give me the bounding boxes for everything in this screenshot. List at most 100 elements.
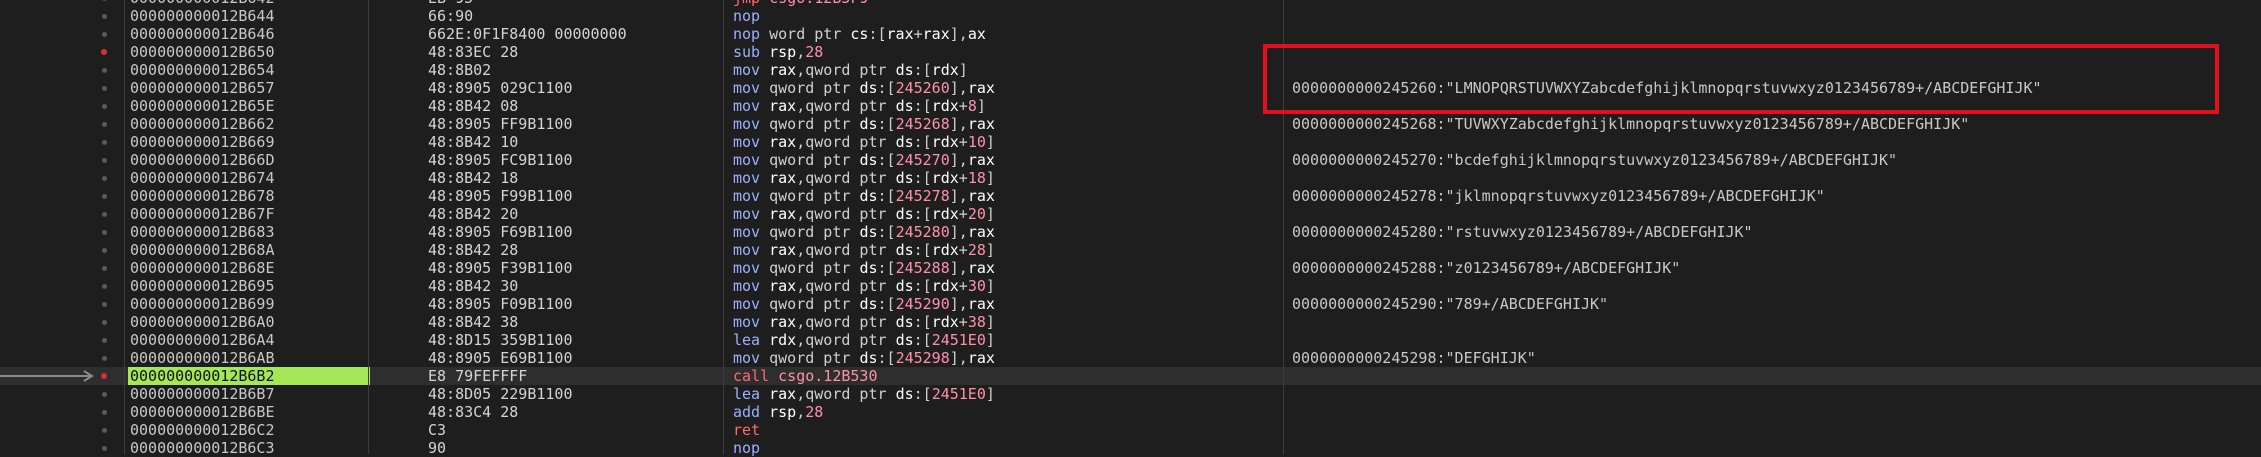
breakpoint-slot-icon[interactable] bbox=[102, 32, 107, 37]
disassembly-cell[interactable]: mov rax,qword ptr ds:[rdx+18] bbox=[733, 169, 995, 187]
breakpoint-slot-icon[interactable] bbox=[102, 356, 107, 361]
address-cell[interactable]: 000000000012B6C3 bbox=[128, 439, 370, 457]
breakpoint-gutter[interactable] bbox=[0, 241, 124, 259]
breakpoint-gutter[interactable] bbox=[0, 349, 124, 367]
breakpoint-slot-icon[interactable] bbox=[102, 212, 107, 217]
instruction-row[interactable]: 000000000012B6AB 48:8905 E69B1100 mov qwor… bbox=[0, 349, 2261, 367]
disassembly-cell[interactable]: mov rax,qword ptr ds:[rdx+10] bbox=[733, 133, 995, 151]
address-cell[interactable]: 000000000012B68A bbox=[128, 241, 370, 259]
instruction-row[interactable]: 000000000012B68E 48:8905 F39B1100 mov qwor… bbox=[0, 259, 2261, 277]
disassembly-cell[interactable]: ret bbox=[733, 421, 760, 439]
disassembly-cell[interactable]: mov rax,qword ptr ds:[rdx+30] bbox=[733, 277, 995, 295]
breakpoint-slot-icon[interactable] bbox=[102, 86, 107, 91]
instruction-row[interactable]: 000000000012B644 66:90 nop bbox=[0, 7, 2261, 25]
address-cell[interactable]: 000000000012B683 bbox=[128, 223, 370, 241]
breakpoint-slot-icon[interactable] bbox=[102, 338, 107, 343]
address-cell[interactable]: 000000000012B674 bbox=[128, 169, 370, 187]
breakpoint-slot-icon[interactable] bbox=[102, 68, 107, 73]
address-cell[interactable]: 000000000012B67F bbox=[128, 205, 370, 223]
disassembly-cell[interactable]: jmp csgo.12B5F9 bbox=[733, 0, 868, 7]
disassembly-cell[interactable]: mov rax,qword ptr ds:[rdx+38] bbox=[733, 313, 995, 331]
instruction-row[interactable]: 000000000012B68A 48:8B42 28 mov rax,qword … bbox=[0, 241, 2261, 259]
disassembly-cell[interactable]: add rsp,28 bbox=[733, 403, 823, 421]
address-cell[interactable]: 000000000012B650 bbox=[128, 43, 370, 61]
instruction-row[interactable]: 000000000012B669 48:8B42 10 mov rax,qword … bbox=[0, 133, 2261, 151]
instruction-row[interactable]: 000000000012B6C2 C3 ret bbox=[0, 421, 2261, 439]
address-cell[interactable]: 000000000012B6B7 bbox=[128, 385, 370, 403]
address-cell[interactable]: 000000000012B644 bbox=[128, 7, 370, 25]
breakpoint-slot-icon[interactable] bbox=[102, 320, 107, 325]
breakpoint-slot-icon[interactable] bbox=[102, 194, 107, 199]
breakpoint-gutter[interactable] bbox=[0, 331, 124, 349]
breakpoint-icon[interactable] bbox=[101, 49, 107, 55]
breakpoint-gutter[interactable] bbox=[0, 0, 124, 7]
breakpoint-slot-icon[interactable] bbox=[102, 410, 107, 415]
breakpoint-slot-icon[interactable] bbox=[102, 392, 107, 397]
address-cell[interactable]: 000000000012B695 bbox=[128, 277, 370, 295]
breakpoint-gutter[interactable] bbox=[0, 367, 124, 385]
disassembly-cell[interactable]: lea rax,qword ptr ds:[2451E0] bbox=[733, 385, 995, 403]
breakpoint-slot-icon[interactable] bbox=[102, 176, 107, 181]
disassembly-cell[interactable]: mov qword ptr ds:[245298],rax bbox=[733, 349, 995, 367]
address-cell[interactable]: 000000000012B6A4 bbox=[128, 331, 370, 349]
disassembly-cell[interactable]: nop bbox=[733, 439, 760, 457]
breakpoint-slot-icon[interactable] bbox=[102, 122, 107, 127]
breakpoint-gutter[interactable] bbox=[0, 277, 124, 295]
breakpoint-slot-icon[interactable] bbox=[102, 284, 107, 289]
breakpoint-gutter[interactable] bbox=[0, 223, 124, 241]
disassembly-cell[interactable]: sub rsp,28 bbox=[733, 43, 823, 61]
breakpoint-gutter[interactable] bbox=[0, 259, 124, 277]
address-cell[interactable]: 000000000012B646 bbox=[128, 25, 370, 43]
address-cell[interactable]: 000000000012B678 bbox=[128, 187, 370, 205]
breakpoint-gutter[interactable] bbox=[0, 403, 124, 421]
disassembly-cell[interactable]: mov qword ptr ds:[245280],rax bbox=[733, 223, 995, 241]
instruction-row[interactable]: 000000000012B6A0 48:8B42 38 mov rax,qword … bbox=[0, 313, 2261, 331]
breakpoint-gutter[interactable] bbox=[0, 205, 124, 223]
disassembly-cell[interactable]: mov qword ptr ds:[245290],rax bbox=[733, 295, 995, 313]
breakpoint-slot-icon[interactable] bbox=[102, 0, 107, 1]
breakpoint-gutter[interactable] bbox=[0, 97, 124, 115]
breakpoint-gutter[interactable] bbox=[0, 7, 124, 25]
instruction-row[interactable]: 000000000012B683 48:8905 F69B1100 mov qwor… bbox=[0, 223, 2261, 241]
address-cell[interactable]: 000000000012B642 bbox=[128, 0, 370, 7]
breakpoint-gutter[interactable] bbox=[0, 187, 124, 205]
breakpoint-slot-icon[interactable] bbox=[102, 248, 107, 253]
address-cell[interactable]: 000000000012B654 bbox=[128, 61, 370, 79]
disassembly-cell[interactable]: mov qword ptr ds:[245260],rax bbox=[733, 79, 995, 97]
instruction-row[interactable]: 000000000012B646 662E:0F1F8400 00000000 no… bbox=[0, 25, 2261, 43]
breakpoint-slot-icon[interactable] bbox=[102, 14, 107, 19]
instruction-row[interactable]: 000000000012B699 48:8905 F09B1100 mov qwor… bbox=[0, 295, 2261, 313]
breakpoint-gutter[interactable] bbox=[0, 313, 124, 331]
breakpoint-slot-icon[interactable] bbox=[102, 302, 107, 307]
breakpoint-icon[interactable] bbox=[101, 373, 107, 379]
breakpoint-slot-icon[interactable] bbox=[102, 104, 107, 109]
disassembly-cell[interactable]: mov rax,qword ptr ds:[rdx+20] bbox=[733, 205, 995, 223]
breakpoint-gutter[interactable] bbox=[0, 421, 124, 439]
instruction-row[interactable]: 000000000012B695 48:8B42 30 mov rax,qword … bbox=[0, 277, 2261, 295]
disassembly-cell[interactable]: mov qword ptr ds:[245288],rax bbox=[733, 259, 995, 277]
breakpoint-slot-icon[interactable] bbox=[102, 230, 107, 235]
disassembly-cell[interactable]: call csgo.12B530 bbox=[733, 367, 878, 385]
breakpoint-slot-icon[interactable] bbox=[102, 158, 107, 163]
breakpoint-gutter[interactable] bbox=[0, 61, 124, 79]
disassembly-cell[interactable]: mov rax,qword ptr ds:[rdx+8] bbox=[733, 97, 986, 115]
breakpoint-gutter[interactable] bbox=[0, 169, 124, 187]
disassembly-cell[interactable]: mov qword ptr ds:[245270],rax bbox=[733, 151, 995, 169]
disassembly-cell[interactable]: mov qword ptr ds:[245278],rax bbox=[733, 187, 995, 205]
breakpoint-slot-icon[interactable] bbox=[102, 446, 107, 451]
breakpoint-gutter[interactable] bbox=[0, 79, 124, 97]
breakpoint-gutter[interactable] bbox=[0, 295, 124, 313]
disassembly-cell[interactable]: mov rax,qword ptr ds:[rdx] bbox=[733, 61, 968, 79]
instruction-row[interactable]: 000000000012B66D 48:8905 FC9B1100 mov qwor… bbox=[0, 151, 2261, 169]
address-cell[interactable]: 000000000012B68E bbox=[128, 259, 370, 277]
address-cell[interactable]: 000000000012B6BE bbox=[128, 403, 370, 421]
breakpoint-gutter[interactable] bbox=[0, 43, 124, 61]
instruction-row[interactable]: 000000000012B6A4 48:8D15 359B1100 lea rdx,… bbox=[0, 331, 2261, 349]
instruction-row[interactable]: 000000000012B678 48:8905 F99B1100 mov qwor… bbox=[0, 187, 2261, 205]
instruction-row[interactable]: 000000000012B6C3 90 nop bbox=[0, 439, 2261, 457]
address-cell[interactable]: 000000000012B657 bbox=[128, 79, 370, 97]
breakpoint-gutter[interactable] bbox=[0, 439, 124, 457]
breakpoint-slot-icon[interactable] bbox=[102, 140, 107, 145]
breakpoint-gutter[interactable] bbox=[0, 133, 124, 151]
address-cell[interactable]: 000000000012B6B2 bbox=[128, 367, 370, 385]
